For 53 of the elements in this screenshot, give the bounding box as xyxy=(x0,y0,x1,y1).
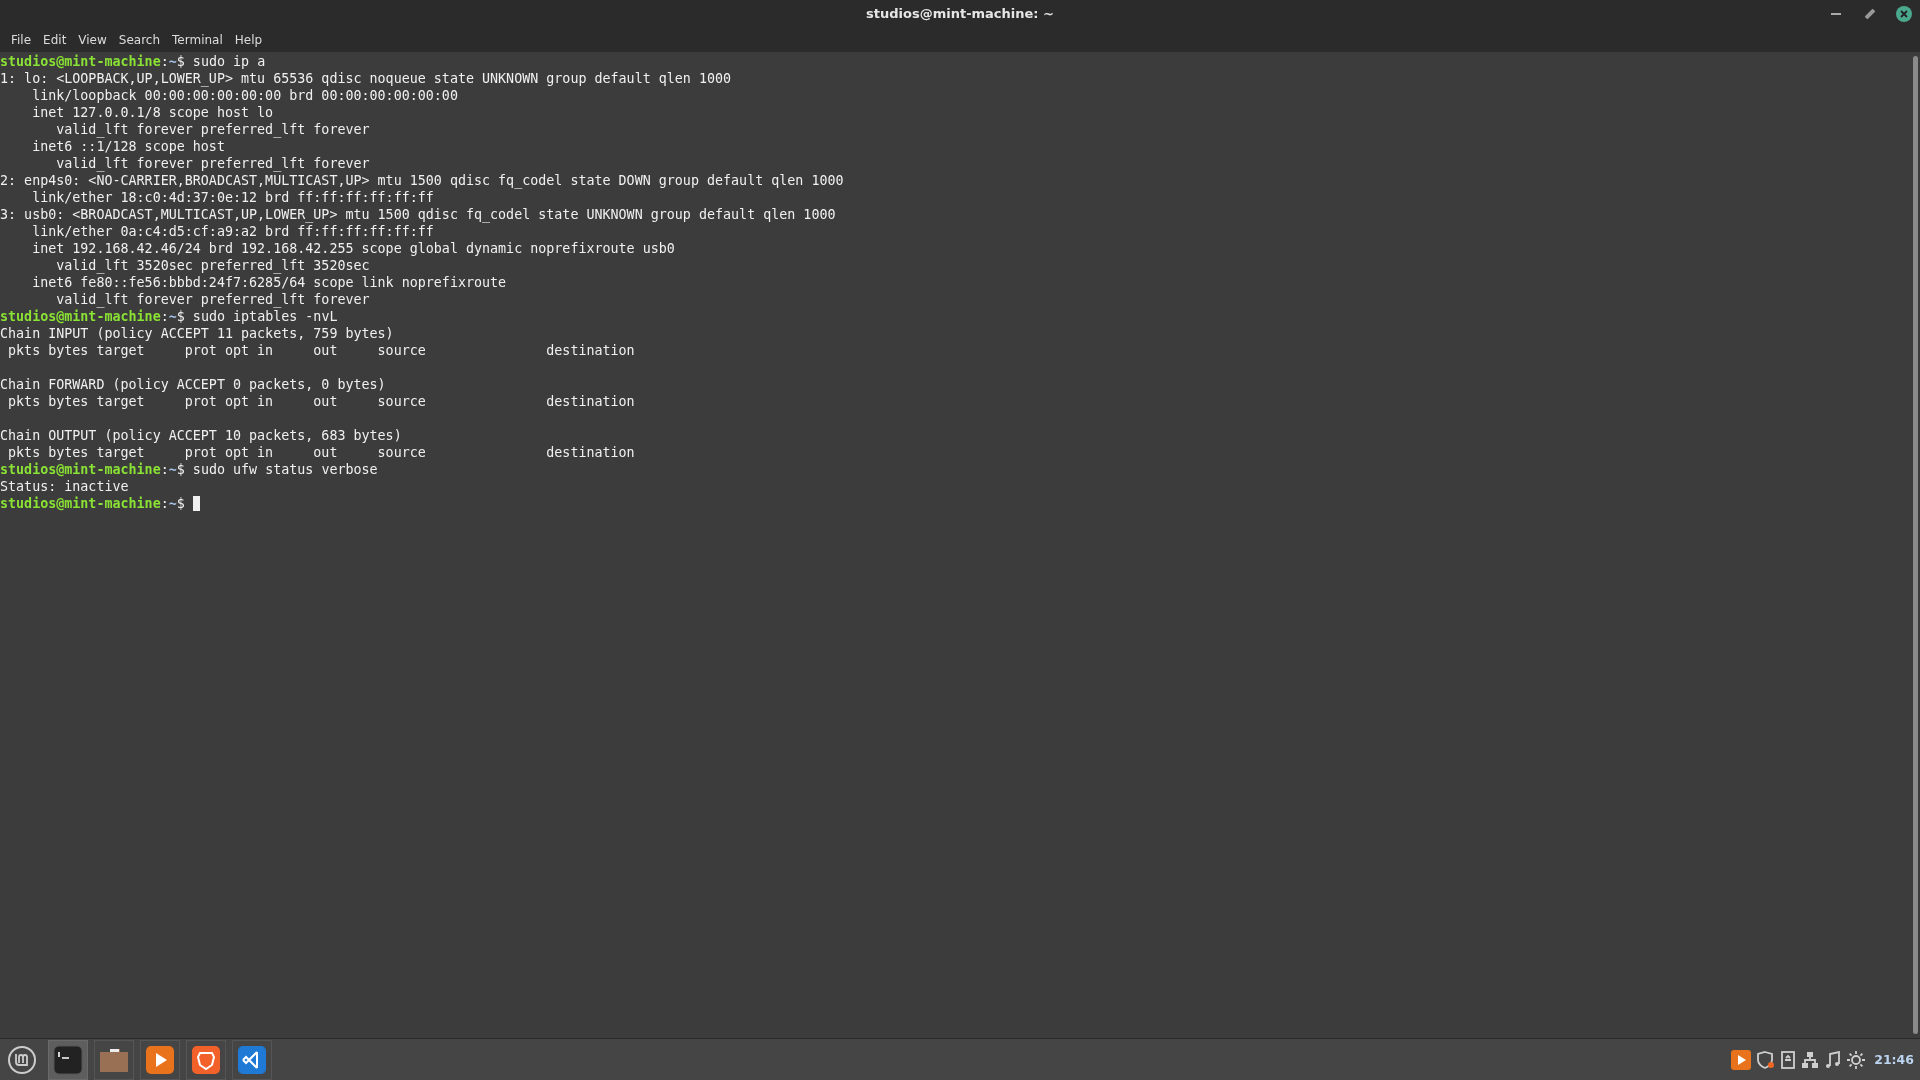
terminal-icon xyxy=(53,1044,83,1075)
output-line: pkts bytes target prot opt in out source destination xyxy=(7,393,635,410)
taskbar-launcher[interactable] xyxy=(186,1039,226,1080)
output-line: Status: inactive xyxy=(0,478,129,495)
output-line: valid_lft forever preferred_lft forever xyxy=(55,155,370,172)
menu-item[interactable]: Help xyxy=(229,30,268,49)
output-line: Chain OUTPUT (policy ACCEPT 10 packets, 683 bytes) xyxy=(0,427,402,444)
output-line: link/ether 18:c0:4d:37:0e:12 brd ff:ff:ff:ff:ff:ff xyxy=(31,189,434,206)
taskbar-launcher[interactable] xyxy=(232,1039,272,1080)
prompt-line: studios@mint-machine:~$ sudo ip a xyxy=(0,53,266,70)
output-line: Chain FORWARD (policy ACCEPT 0 packets, 0 bytes) xyxy=(0,376,386,393)
taskbar-launcher[interactable] xyxy=(140,1039,180,1080)
minimize-icon xyxy=(1831,12,1841,15)
output-line: 1: lo: <LOOPBACK,UP,LOWER_UP> mtu 65536 qdisc noqueue state UNKNOWN group default qlen 1000 xyxy=(0,70,732,87)
clock[interactable]: 21:46 xyxy=(1874,1052,1914,1067)
menu-icon xyxy=(7,1044,37,1075)
menu-item[interactable]: Edit xyxy=(38,30,72,49)
network-icon xyxy=(1801,1050,1820,1069)
output-line: inet6 fe80::fe56:bbbd:24f7:6285/64 scope link noprefixroute xyxy=(31,274,507,291)
menu-item[interactable]: Search xyxy=(113,30,166,49)
code-editor-icon xyxy=(238,1045,266,1074)
play-icon xyxy=(146,1045,174,1074)
output-line: link/loopback 00:00:00:00:00:00 brd 00:00:00:00:00:00 xyxy=(31,87,458,104)
output-line: valid_lft forever preferred_lft forever xyxy=(55,121,370,138)
shield-icon xyxy=(1757,1050,1776,1069)
brightness-icon xyxy=(1847,1050,1866,1069)
output-line: link/ether 0a:c4:d5:cf:a9:a2 brd ff:ff:ff:ff:ff:ff xyxy=(31,223,434,240)
output-line: valid_lft forever preferred_lft forever xyxy=(55,291,370,308)
output-line: inet6 ::1/128 scope host xyxy=(31,138,225,155)
scrollbar-thumb[interactable] xyxy=(1912,56,1918,1034)
lion-icon xyxy=(192,1045,220,1074)
window-title: studios@mint-machine: ~ xyxy=(866,6,1054,21)
menu-item[interactable]: Terminal xyxy=(167,30,228,49)
prompt-line: studios@mint-machine:~$ xyxy=(0,495,200,512)
output-line: Chain INPUT (policy ACCEPT 11 packets, 759 bytes) xyxy=(0,325,394,342)
output-line: inet 127.0.0.1/8 scope host lo xyxy=(31,104,274,121)
drive-icon xyxy=(1781,1050,1796,1069)
maximize-icon xyxy=(1865,8,1875,19)
close-icon xyxy=(1900,9,1908,18)
play-icon xyxy=(1731,1049,1752,1070)
folder-icon xyxy=(99,1046,129,1073)
menu-item[interactable]: View xyxy=(73,30,112,49)
output-line: valid_lft 3520sec preferred_lft 3520sec xyxy=(55,257,370,274)
music-note-icon xyxy=(1825,1050,1842,1069)
output-line: pkts bytes target prot opt in out source destination xyxy=(7,342,635,359)
close-button[interactable] xyxy=(1896,5,1912,22)
output-line: 2: enp4s0: <NO-CARRIER,BROADCAST,MULTICAST,UP> mtu 1500 qdisc fq_codel state DOWN group default qlen 1000 xyxy=(0,172,844,189)
output-line: inet 192.168.42.46/24 brd 192.168.42.255 scope global dynamic noprefixroute usb0 xyxy=(31,240,675,257)
output-line: 3: usb0: <BROADCAST,MULTICAST,UP,LOWER_UP> mtu 1500 qdisc fq_codel state UNKNOWN group default qlen 1000 xyxy=(0,206,836,223)
prompt-line: studios@mint-machine:~$ sudo ufw status verbose xyxy=(0,461,378,478)
output-line: pkts bytes target prot opt in out source destination xyxy=(7,444,635,461)
menu-item[interactable]: File xyxy=(6,30,37,49)
prompt-line: studios@mint-machine:~$ sudo iptables -nvL xyxy=(0,308,338,325)
